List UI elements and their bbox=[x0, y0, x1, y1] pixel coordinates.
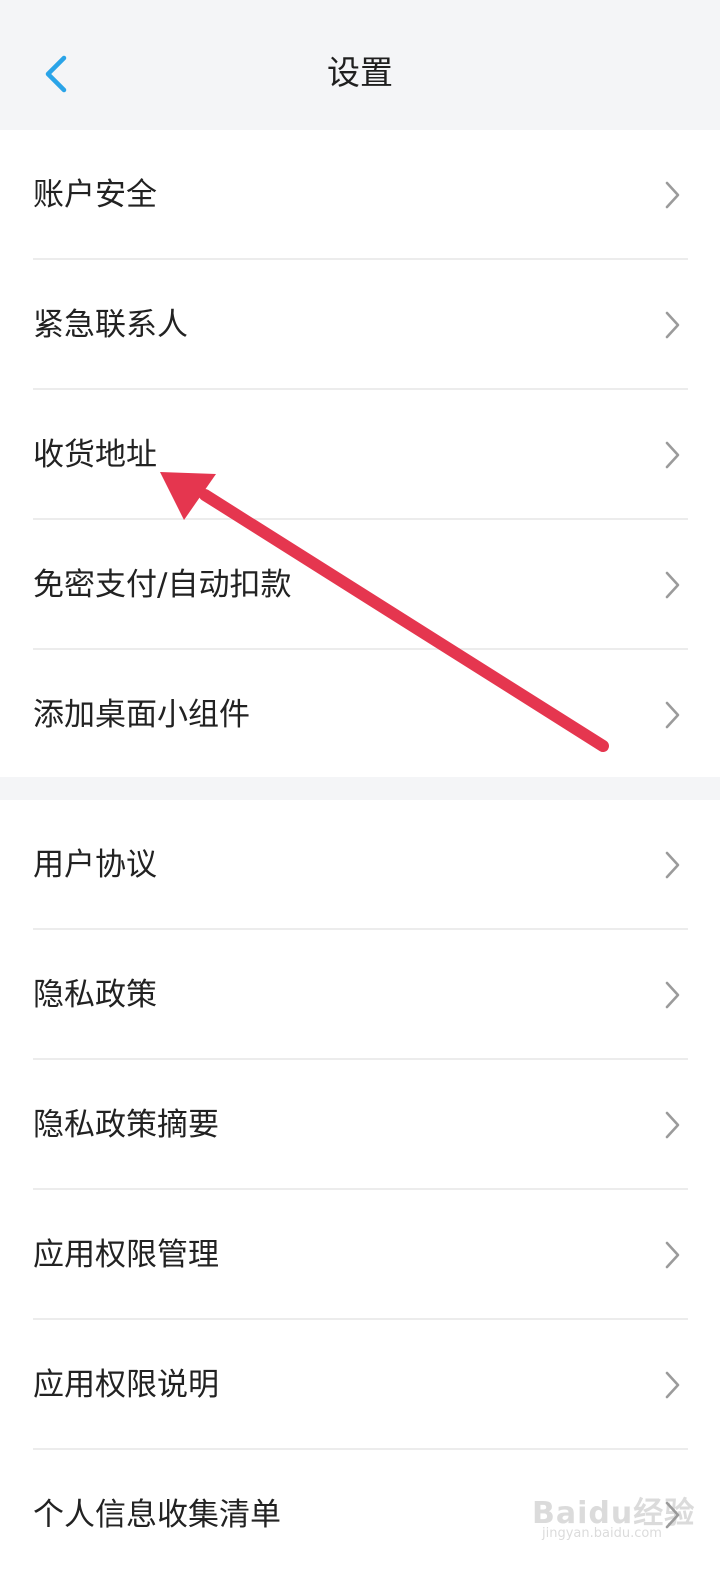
settings-row-user-agreement[interactable]: 用户协议 bbox=[0, 800, 720, 930]
settings-row-privacy-summary[interactable]: 隐私政策摘要 bbox=[0, 1060, 720, 1190]
row-label: 免密支付/自动扣款 bbox=[33, 567, 292, 603]
row-label: 应用权限说明 bbox=[33, 1367, 219, 1403]
chevron-right-icon bbox=[662, 700, 682, 730]
chevron-right-icon bbox=[662, 570, 682, 600]
chevron-right-icon bbox=[662, 1110, 682, 1140]
row-label: 收货地址 bbox=[33, 437, 157, 473]
row-label: 账户安全 bbox=[33, 177, 157, 213]
page-title: 设置 bbox=[327, 53, 393, 92]
top-app-bar: 设置 bbox=[0, 0, 720, 130]
settings-row-auto-debit[interactable]: 免密支付/自动扣款 bbox=[0, 520, 720, 650]
chevron-right-icon bbox=[662, 440, 682, 470]
settings-row-permission-description[interactable]: 应用权限说明 bbox=[0, 1320, 720, 1450]
settings-row-emergency-contact[interactable]: 紧急联系人 bbox=[0, 260, 720, 390]
settings-row-personal-info-list[interactable]: 个人信息收集清单 bbox=[0, 1450, 720, 1580]
settings-row-privacy-policy[interactable]: 隐私政策 bbox=[0, 930, 720, 1060]
settings-group-account: 账户安全 紧急联系人 收货地址 免密支付/自动扣款 添加桌面小组件 bbox=[0, 130, 720, 777]
row-label: 应用权限管理 bbox=[33, 1237, 219, 1273]
chevron-right-icon bbox=[662, 850, 682, 880]
settings-group-legal: 用户协议 隐私政策 隐私政策摘要 应用权限管理 应用权限说明 个人信息收集清单 bbox=[0, 800, 720, 1553]
row-label: 添加桌面小组件 bbox=[33, 697, 250, 733]
row-label: 个人信息收集清单 bbox=[33, 1497, 281, 1533]
chevron-right-icon bbox=[662, 980, 682, 1010]
chevron-right-icon bbox=[662, 310, 682, 340]
row-label: 隐私政策摘要 bbox=[33, 1107, 219, 1143]
chevron-right-icon bbox=[662, 1240, 682, 1270]
section-separator bbox=[0, 777, 720, 800]
settings-row-shipping-address[interactable]: 收货地址 bbox=[0, 390, 720, 520]
settings-row-permission-management[interactable]: 应用权限管理 bbox=[0, 1190, 720, 1320]
chevron-right-icon bbox=[662, 1370, 682, 1400]
row-label: 隐私政策 bbox=[33, 977, 157, 1013]
chevron-right-icon bbox=[662, 1500, 682, 1530]
chevron-right-icon bbox=[662, 180, 682, 210]
settings-row-account-security[interactable]: 账户安全 bbox=[0, 130, 720, 260]
row-label: 用户协议 bbox=[33, 847, 157, 883]
settings-row-add-widget[interactable]: 添加桌面小组件 bbox=[0, 650, 720, 780]
row-label: 紧急联系人 bbox=[33, 307, 188, 343]
